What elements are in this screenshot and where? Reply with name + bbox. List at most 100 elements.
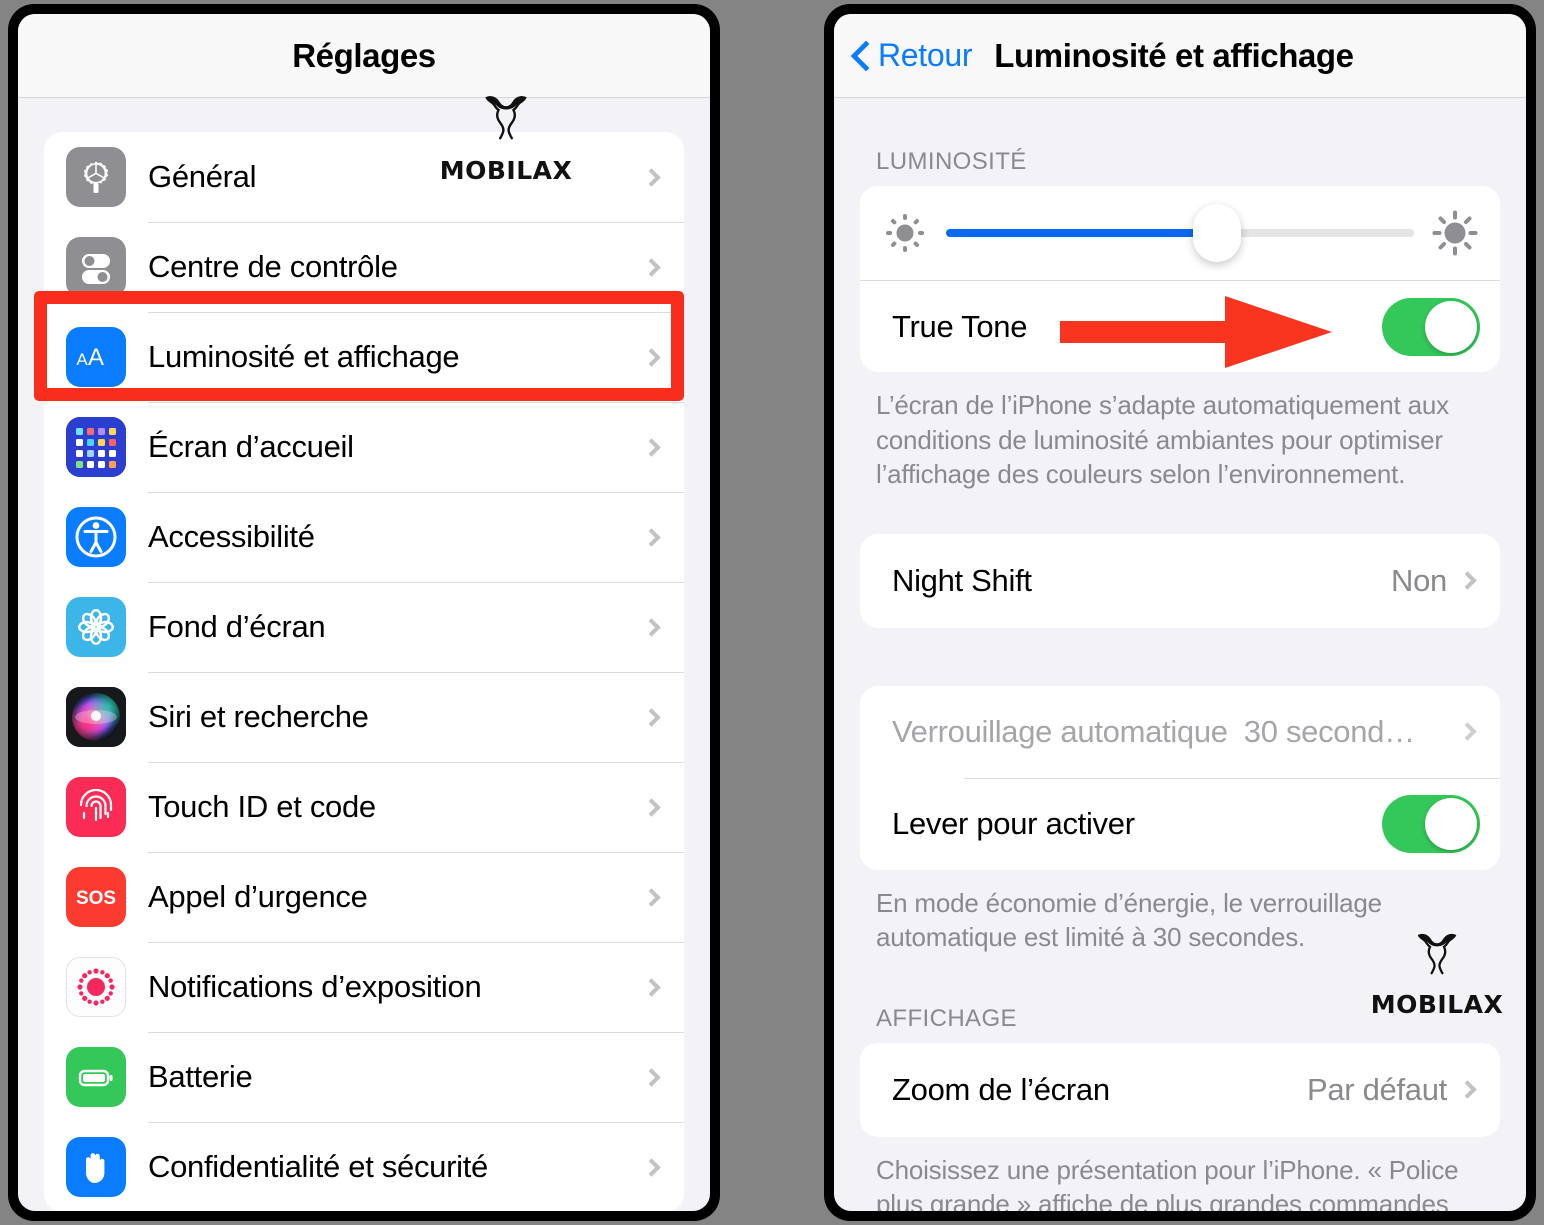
back-button[interactable]: Retour — [852, 37, 973, 74]
brightness-slider-fill — [946, 229, 1218, 237]
settings-row-control-center[interactable]: Centre de contrôle — [44, 222, 684, 312]
screen-zoom-row[interactable]: Zoom de l’écran Par défaut — [860, 1042, 1500, 1137]
chevron-right-icon — [642, 617, 661, 637]
back-button-label: Retour — [878, 37, 973, 73]
chevron-right-icon — [642, 437, 661, 457]
emergency-sos-icon: SOS — [66, 867, 126, 927]
settings-general-icon — [66, 147, 126, 207]
brightness-slider-thumb[interactable] — [1193, 204, 1242, 262]
toggle-knob — [1425, 797, 1477, 850]
auto-lock-label: Verrouillage automatique — [892, 713, 1228, 749]
display-brightness-screen: Retour Luminosité et affichage LUMINOSIT… — [834, 14, 1526, 1211]
sun-high-icon — [1432, 210, 1478, 256]
brightness-slider-row[interactable] — [860, 186, 1500, 280]
mobilax-wordmark: MOBILAX — [439, 156, 573, 185]
auto-lock-row[interactable]: Verrouillage automatique 30 second… — [860, 685, 1500, 778]
settings-row-general[interactable]: Général — [44, 132, 684, 222]
chevron-right-icon — [642, 977, 661, 997]
chevron-right-icon — [642, 707, 661, 727]
left-phone-frame: Réglages Général Centre de contrôle A A … — [8, 4, 720, 1221]
settings-row-label: Accessibilité — [148, 519, 315, 554]
settings-row-privacy-security[interactable]: Confidentialité et sécurité — [44, 1122, 684, 1211]
chevron-right-icon — [642, 1067, 661, 1087]
chevron-right-icon — [642, 797, 661, 817]
chevron-right-icon — [1458, 1080, 1477, 1100]
settings-list-scroll[interactable]: Général Centre de contrôle A A Luminosit… — [18, 98, 710, 1211]
settings-row-battery[interactable]: Batterie — [44, 1032, 684, 1122]
raise-to-wake-toggle[interactable] — [1382, 794, 1480, 853]
screen-zoom-label: Zoom de l’écran — [892, 1071, 1110, 1107]
toggle-knob — [1425, 300, 1477, 353]
lock-group: Verrouillage automatique 30 second… Leve… — [860, 685, 1500, 870]
settings-row-home-screen[interactable]: Écran d’accueil — [44, 402, 684, 492]
accessibility-icon — [66, 507, 126, 567]
settings-row-label: Fond d’écran — [148, 609, 326, 644]
auto-lock-value: 30 second… — [1243, 713, 1415, 749]
settings-row-label: Écran d’accueil — [148, 429, 354, 464]
settings-screen: Réglages Général Centre de contrôle A A … — [18, 14, 710, 1211]
settings-row-label: Touch ID et code — [148, 789, 376, 824]
settings-row-label: Batterie — [148, 1059, 253, 1094]
wallpaper-icon — [66, 597, 126, 657]
settings-row-touch-id[interactable]: Touch ID et code — [44, 762, 684, 852]
screenshot-canvas: Réglages Général Centre de contrôle A A … — [0, 0, 1544, 1225]
mobilax-logo-icon — [1417, 933, 1457, 975]
brightness-slider-track-wrap[interactable] — [946, 204, 1414, 262]
mobilax-watermark-top: MOBILAX — [440, 92, 572, 185]
chevron-right-icon — [1458, 722, 1477, 741]
settings-row-exposure-notifications[interactable]: Notifications d’exposition — [44, 942, 684, 1032]
section-header-luminosite: LUMINOSITÉ — [876, 148, 1027, 175]
settings-row-label: Siri et recherche — [148, 699, 369, 734]
settings-row-label: Appel d’urgence — [148, 879, 368, 914]
night-shift-row[interactable]: Night Shift Non — [860, 533, 1500, 628]
chevron-right-icon — [642, 257, 661, 277]
touch-id-icon — [66, 777, 126, 837]
display-footer-text: Choisissez une présentation pour l’iPhon… — [876, 1154, 1459, 1211]
night-shift-label: Night Shift — [892, 562, 1032, 598]
siri-icon — [66, 687, 126, 747]
true-tone-toggle[interactable] — [1382, 297, 1480, 356]
sun-low-icon — [882, 210, 928, 256]
svg-text:SOS: SOS — [76, 888, 116, 909]
display-group: Zoom de l’écran Par défaut — [860, 1042, 1500, 1137]
night-shift-group: Night Shift Non — [860, 533, 1500, 628]
red-arrow-pointing-to-true-tone-toggle — [1060, 294, 1340, 370]
svg-text:A: A — [76, 350, 88, 369]
svg-text:A: A — [88, 344, 104, 371]
right-phone-frame: Retour Luminosité et affichage LUMINOSIT… — [824, 4, 1536, 1221]
page-title: Luminosité et affichage — [994, 36, 1354, 74]
settings-row-emergency-sos[interactable]: SOS Appel d’urgence — [44, 852, 684, 942]
exposure-notifications-icon — [66, 957, 126, 1017]
settings-row-label: Confidentialité et sécurité — [148, 1149, 488, 1184]
night-shift-value: Non — [1391, 562, 1447, 598]
settings-row-label: Notifications d’exposition — [148, 969, 482, 1004]
chevron-right-icon — [642, 1157, 661, 1177]
display-settings-scroll[interactable]: LUMINOSITÉ True Tone L’écran de l’iPhone… — [834, 98, 1526, 1211]
raise-to-wake-label: Lever pour activer — [892, 805, 1135, 841]
mobilax-watermark-bottom: MOBILAX — [1371, 930, 1503, 1019]
chevron-right-icon — [1458, 571, 1477, 590]
mobilax-wordmark: MOBILAX — [1370, 990, 1504, 1019]
chevron-right-icon — [642, 527, 661, 547]
display-navbar: Retour Luminosité et affichage — [834, 14, 1526, 98]
raise-to-wake-row[interactable]: Lever pour activer — [860, 777, 1500, 870]
brightness-slider-track[interactable] — [946, 229, 1414, 237]
display-brightness-icon: A A — [66, 327, 126, 387]
settings-row-wallpaper[interactable]: Fond d’écran — [44, 582, 684, 672]
control-center-icon — [66, 237, 126, 297]
settings-navbar: Réglages — [18, 14, 710, 98]
settings-row-label: Centre de contrôle — [148, 249, 398, 284]
settings-list-group: Général Centre de contrôle A A Luminosit… — [44, 132, 684, 1211]
chevron-right-icon — [642, 167, 661, 187]
chevron-right-icon — [642, 887, 661, 907]
chevron-left-icon — [852, 41, 869, 71]
settings-row-display-brightness[interactable]: A A Luminosité et affichage — [44, 312, 684, 402]
chevron-right-icon — [642, 347, 661, 367]
screen-zoom-value: Par défaut — [1306, 1071, 1447, 1107]
settings-row-label: Luminosité et affichage — [148, 339, 460, 374]
settings-row-accessibility[interactable]: Accessibilité — [44, 492, 684, 582]
page-title: Réglages — [292, 36, 436, 74]
mobilax-logo-icon — [485, 96, 527, 140]
settings-row-siri[interactable]: Siri et recherche — [44, 672, 684, 762]
battery-icon — [66, 1047, 126, 1107]
